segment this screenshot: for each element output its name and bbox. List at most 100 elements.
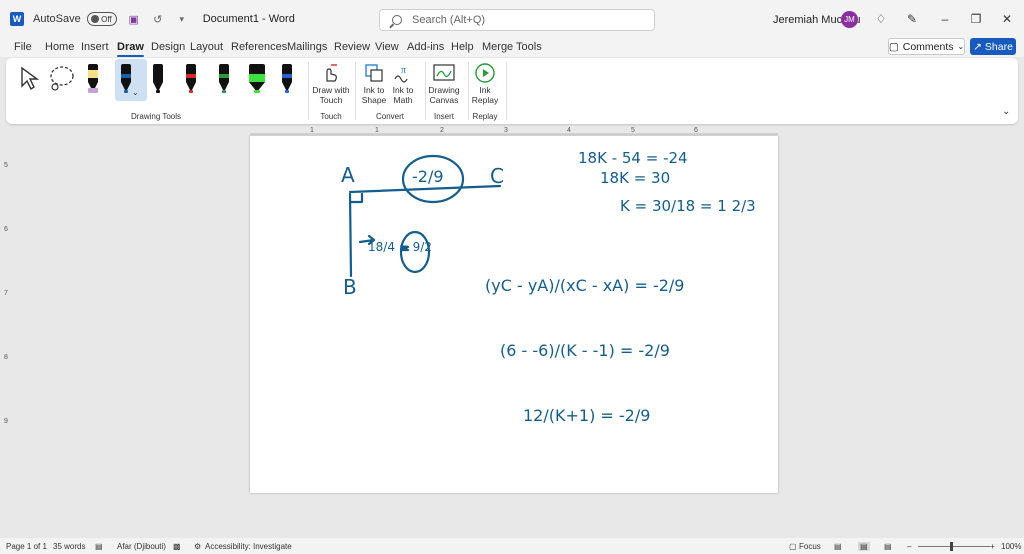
lasso-select-icon[interactable]	[46, 64, 76, 92]
tab-file[interactable]: File	[14, 41, 32, 53]
web-layout-icon[interactable]: ▤	[884, 542, 892, 551]
ruler-mark: 6	[4, 226, 8, 233]
share-button[interactable]: ↗ Share	[970, 38, 1016, 55]
proofing-icon[interactable]: ▤	[95, 542, 103, 551]
ruler-mark: 1	[375, 127, 379, 134]
word-count[interactable]: 35 words	[53, 542, 85, 551]
vertex-label-c: C	[490, 164, 504, 188]
vertex-label-b: B	[343, 275, 357, 299]
ink-math-icon[interactable]: π	[393, 63, 413, 83]
handwritten-ink	[348, 154, 502, 278]
avatar[interactable]: JM	[841, 11, 858, 28]
ink-to-math-label[interactable]: Ink to Math	[387, 85, 419, 105]
blue-pen-tool[interactable]	[119, 64, 133, 94]
select-arrow-icon[interactable]	[18, 66, 40, 92]
diamond-icon[interactable]: ♢	[874, 12, 888, 26]
tab-review[interactable]: Review	[334, 41, 370, 53]
accessibility-label[interactable]: Accessibility: Investigate	[205, 542, 292, 551]
work-line-3: K = 30/18 = 1 2/3	[620, 197, 756, 215]
work-line-2: 18K = 30	[600, 169, 671, 187]
title-bar: W AutoSave Off ▣ ↺ ▾ Document1 - Word Se…	[0, 0, 1024, 38]
zoom-in-icon[interactable]: +	[990, 542, 995, 551]
red-pen-tool[interactable]	[184, 64, 198, 94]
ribbon-separator	[355, 62, 356, 120]
search-icon	[392, 15, 402, 25]
pencil-band	[88, 70, 98, 78]
drawing-canvas-label[interactable]: Drawing Canvas	[426, 85, 462, 105]
tab-home[interactable]: Home	[45, 41, 74, 53]
vertex-label-a: A	[341, 163, 355, 187]
zoom-slider[interactable]	[918, 542, 990, 551]
tab-view[interactable]: View	[375, 41, 399, 53]
ink-shape-icon[interactable]	[364, 63, 384, 83]
ruler-mark: 3	[504, 127, 508, 134]
language-label[interactable]: Afar (Djibouti)	[117, 542, 166, 551]
zoom-out-icon[interactable]: –	[907, 542, 911, 551]
menu-bar: File Home Insert Draw Design Layout Refe…	[0, 38, 1024, 57]
galaxy-pen-tool[interactable]	[280, 64, 294, 94]
focus-icon[interactable]: ▢	[789, 542, 797, 551]
page-count[interactable]: Page 1 of 1	[6, 542, 47, 551]
ruler-mark: 2	[440, 127, 444, 134]
ruler-mark: 8	[4, 354, 8, 361]
collapse-ribbon-chevron-icon[interactable]: ⌄	[1002, 106, 1010, 117]
pencil-tool[interactable]	[86, 64, 100, 94]
svg-text:π: π	[401, 65, 406, 76]
tab-merge-tools[interactable]: Merge Tools	[482, 41, 542, 53]
draw-with-touch-label[interactable]: Draw with Touch	[311, 85, 351, 105]
undo-icon[interactable]: ↺	[151, 13, 165, 26]
tab-add-ins[interactable]: Add-ins	[407, 41, 444, 53]
ink-replay-label[interactable]: Ink Replay	[468, 85, 502, 105]
group-label-insert: Insert	[433, 112, 454, 121]
ruler-mark: 4	[567, 127, 571, 134]
document-page[interactable]: A C B -2/9 18/4 = 9/2 18K - 54 = -24 18K…	[250, 136, 778, 493]
tab-help[interactable]: Help	[451, 41, 474, 53]
comments-button[interactable]: ▢ Comments ⌄	[888, 38, 965, 55]
green-pen-tool[interactable]	[217, 64, 231, 94]
work-line-1: 18K - 54 = -24	[578, 149, 688, 167]
tab-draw[interactable]: Draw	[117, 41, 144, 57]
minimize-icon[interactable]: –	[938, 12, 952, 26]
tab-mailings[interactable]: Mailings	[287, 41, 327, 53]
green-highlighter-tool[interactable]	[247, 64, 267, 94]
customize-chevron-icon[interactable]: ▾	[175, 14, 189, 25]
ruler-mark: 5	[4, 162, 8, 169]
comments-label: Comments	[902, 40, 954, 53]
drawing-canvas-icon[interactable]	[433, 63, 455, 83]
zoom-slider-thumb[interactable]	[950, 542, 953, 551]
substitution-step: (6 - -6)/(K - -1) = -2/9	[500, 341, 670, 360]
pen-icon[interactable]: ✎	[905, 12, 919, 26]
horizontal-ruler[interactable]: 1 1 2 3 4 5 6	[250, 125, 778, 135]
restore-icon[interactable]: ❐	[969, 12, 983, 26]
autosave-label: AutoSave	[33, 13, 81, 25]
autosave-toggle[interactable]: Off	[86, 12, 117, 26]
print-layout-icon[interactable]: ▤	[858, 542, 870, 551]
slope-ab-label: 18/4 = 9/2	[368, 240, 432, 254]
tab-design[interactable]: Design	[151, 41, 185, 53]
pen-options-chevron-icon[interactable]: ⌄	[132, 88, 139, 97]
ink-replay-icon[interactable]	[474, 62, 496, 84]
simplified-step: 12/(K+1) = -2/9	[523, 406, 651, 425]
black-pen-tool[interactable]	[151, 64, 165, 94]
save-icon[interactable]: ▣	[127, 13, 141, 26]
search-placeholder: Search (Alt+Q)	[412, 14, 486, 26]
search-input[interactable]: Search (Alt+Q)	[379, 9, 655, 31]
read-mode-icon[interactable]: ▤	[834, 542, 842, 551]
accessibility-icon[interactable]: ⚙	[194, 542, 201, 551]
ruler-mark: 7	[4, 290, 8, 297]
focus-label[interactable]: Focus	[799, 542, 821, 551]
vertical-ruler[interactable]: 5 6 7 8 9	[4, 140, 14, 530]
group-label-convert: Convert	[375, 112, 404, 121]
ink-to-shape-label[interactable]: Ink to Shape	[358, 85, 390, 105]
track-changes-icon[interactable]: ▩	[173, 542, 181, 551]
chevron-down-icon: ⌄	[957, 42, 965, 51]
tab-references[interactable]: References	[231, 41, 287, 53]
tab-layout[interactable]: Layout	[190, 41, 223, 53]
close-icon[interactable]: ✕	[1000, 12, 1014, 26]
zoom-level[interactable]: 100%	[1001, 542, 1021, 551]
ruler-mark: 1	[310, 127, 314, 134]
ribbon-separator	[308, 62, 309, 120]
ruler-mark: 9	[4, 418, 8, 425]
draw-touch-icon[interactable]	[321, 63, 339, 83]
tab-insert[interactable]: Insert	[81, 41, 109, 53]
